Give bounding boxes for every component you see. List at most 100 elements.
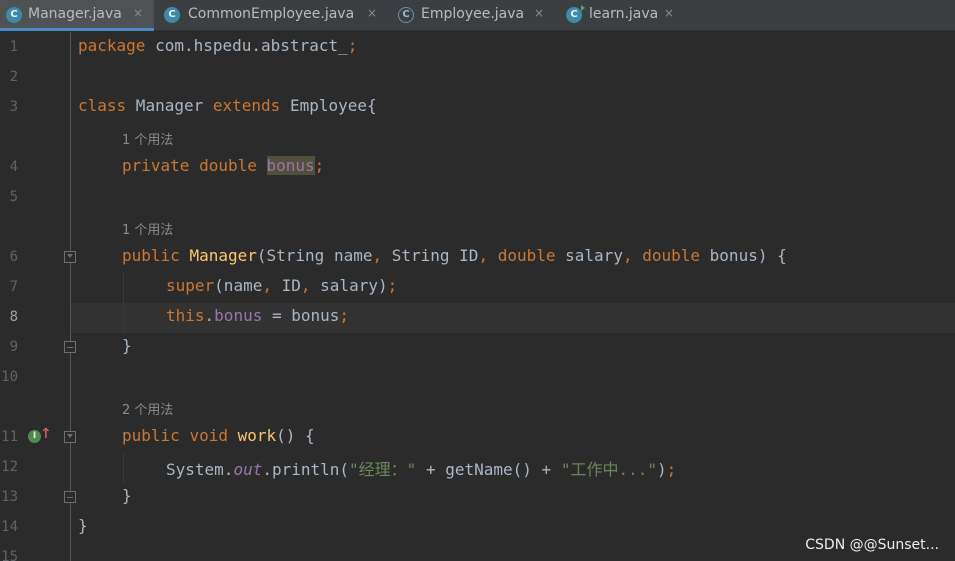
superclass: Employee{: [280, 96, 377, 115]
keyword: extends: [212, 96, 281, 115]
code-line-8: this.bonus = bonus;: [166, 306, 349, 325]
package-name: com.hspedu.abstract_: [145, 36, 348, 55]
keyword: package: [78, 36, 146, 55]
code-line-12: System.out.println("经理：" + getName() + "…: [166, 456, 676, 480]
usage-hint[interactable]: 2 个用法: [122, 399, 173, 418]
line-number: 11: [1, 429, 18, 445]
line-number: 15: [1, 549, 18, 561]
keyword: public: [122, 246, 190, 265]
code-line-9: }: [122, 336, 132, 355]
param: salary: [555, 246, 623, 265]
line-number-current: 8: [9, 309, 18, 325]
usage-hint[interactable]: 1 个用法: [122, 129, 173, 148]
line-number: 10: [1, 369, 18, 385]
tab-employee-java[interactable]: C Employee.java ×: [388, 0, 556, 31]
semicolon: ;: [314, 156, 325, 175]
assignment: = bonus: [262, 306, 340, 325]
tab-label: Manager.java: [28, 6, 122, 22]
concat-expr: + getName() +: [416, 460, 561, 479]
java-class-icon: C: [164, 7, 180, 23]
code-line-1: package com.hspedu.abstract_;: [78, 36, 357, 55]
keyword: double: [189, 156, 267, 175]
line-number: 12: [1, 459, 18, 475]
code-line-3: class Manager extends Employee{: [78, 96, 377, 115]
arg: (name: [214, 276, 263, 295]
close-icon[interactable]: ×: [367, 6, 377, 20]
keyword: double: [632, 246, 701, 265]
comma: ,: [478, 246, 489, 265]
tab-label: Employee.java: [421, 6, 525, 22]
semicolon: ;: [387, 276, 398, 295]
code-line-11: public void work() {: [122, 426, 315, 445]
line-number: 1: [9, 39, 18, 55]
comma: ,: [622, 246, 633, 265]
line-number: 6: [9, 249, 18, 265]
code-line-6: public Manager(String name, String ID, d…: [122, 246, 787, 265]
close-icon[interactable]: ×: [534, 6, 544, 20]
abstract-class-icon: C: [398, 7, 414, 23]
tab-label: learn.java: [589, 6, 659, 22]
class-name: Manager: [126, 96, 213, 115]
code-editor[interactable]: 1 2 3 4 5 6 7 8 9 10 11 12 13 14 15 I ↑ …: [0, 32, 955, 561]
semicolon: ;: [339, 306, 350, 325]
editor-tab-bar: C Manager.java × C CommonEmployee.java ×…: [0, 0, 955, 31]
method-name: work: [237, 426, 277, 445]
close-icon[interactable]: ×: [664, 6, 674, 20]
tab-commonemployee-java[interactable]: C CommonEmployee.java ×: [154, 0, 388, 31]
indent-guide: [123, 452, 124, 482]
keyword: super: [166, 276, 215, 295]
semicolon: ;: [666, 460, 677, 479]
gutter-separator: [70, 32, 71, 561]
param: bonus) {: [700, 246, 787, 265]
comma: ,: [262, 276, 272, 295]
println-call: .println(: [262, 460, 350, 479]
line-number: 9: [9, 339, 18, 355]
tab-manager-java[interactable]: C Manager.java ×: [0, 0, 154, 31]
line-number: 3: [9, 99, 18, 115]
usage-hint[interactable]: 1 个用法: [122, 219, 173, 238]
ide-window: C Manager.java × C CommonEmployee.java ×…: [0, 0, 955, 561]
line-number: 4: [9, 159, 18, 175]
fold-end-icon[interactable]: [64, 341, 76, 353]
line-number: 13: [1, 489, 18, 505]
system-ref: System.: [166, 460, 234, 479]
constructor-name: Manager: [189, 246, 257, 265]
code-line-13: }: [122, 486, 132, 505]
code-line-4: private double bonus;: [122, 156, 324, 175]
string-literal: "工作中...": [560, 460, 657, 479]
semicolon: ;: [347, 36, 358, 55]
fold-collapse-icon[interactable]: [64, 251, 76, 263]
param: String ID: [382, 246, 479, 265]
indent-guide: [123, 272, 124, 332]
keyword: class: [78, 96, 127, 115]
code-line-14: }: [78, 516, 88, 535]
keyword: this: [166, 306, 205, 325]
dot: .: [204, 306, 215, 325]
keyword: private: [122, 156, 190, 175]
runnable-class-icon: C: [566, 5, 585, 23]
arg: salary): [310, 276, 388, 295]
line-number: 5: [9, 189, 18, 205]
close-icon[interactable]: ×: [133, 6, 143, 20]
line-number: 7: [9, 279, 18, 295]
fold-collapse-icon[interactable]: [64, 431, 76, 443]
java-class-icon: C: [6, 7, 22, 23]
string-literal: "经理：": [349, 460, 417, 479]
field-bonus: bonus: [214, 306, 263, 325]
override-up-arrow-icon[interactable]: ↑: [40, 426, 52, 442]
comma: ,: [372, 246, 383, 265]
comma: ,: [300, 276, 311, 295]
method-signature: () {: [276, 426, 315, 445]
field-bonus: bonus: [266, 156, 315, 175]
arg: ID: [271, 276, 301, 295]
fold-end-icon[interactable]: [64, 491, 76, 503]
paren: ): [657, 460, 667, 479]
tab-label: CommonEmployee.java: [188, 6, 355, 22]
static-field-out: out: [233, 460, 263, 479]
watermark: CSDN @@Sunset...: [805, 537, 939, 553]
code-line-7: super(name, ID, salary);: [166, 276, 397, 295]
keyword: double: [488, 246, 556, 265]
tab-learn-java[interactable]: C learn.java ×: [556, 0, 688, 31]
line-number: 2: [9, 69, 18, 85]
keyword: public: [122, 426, 190, 445]
